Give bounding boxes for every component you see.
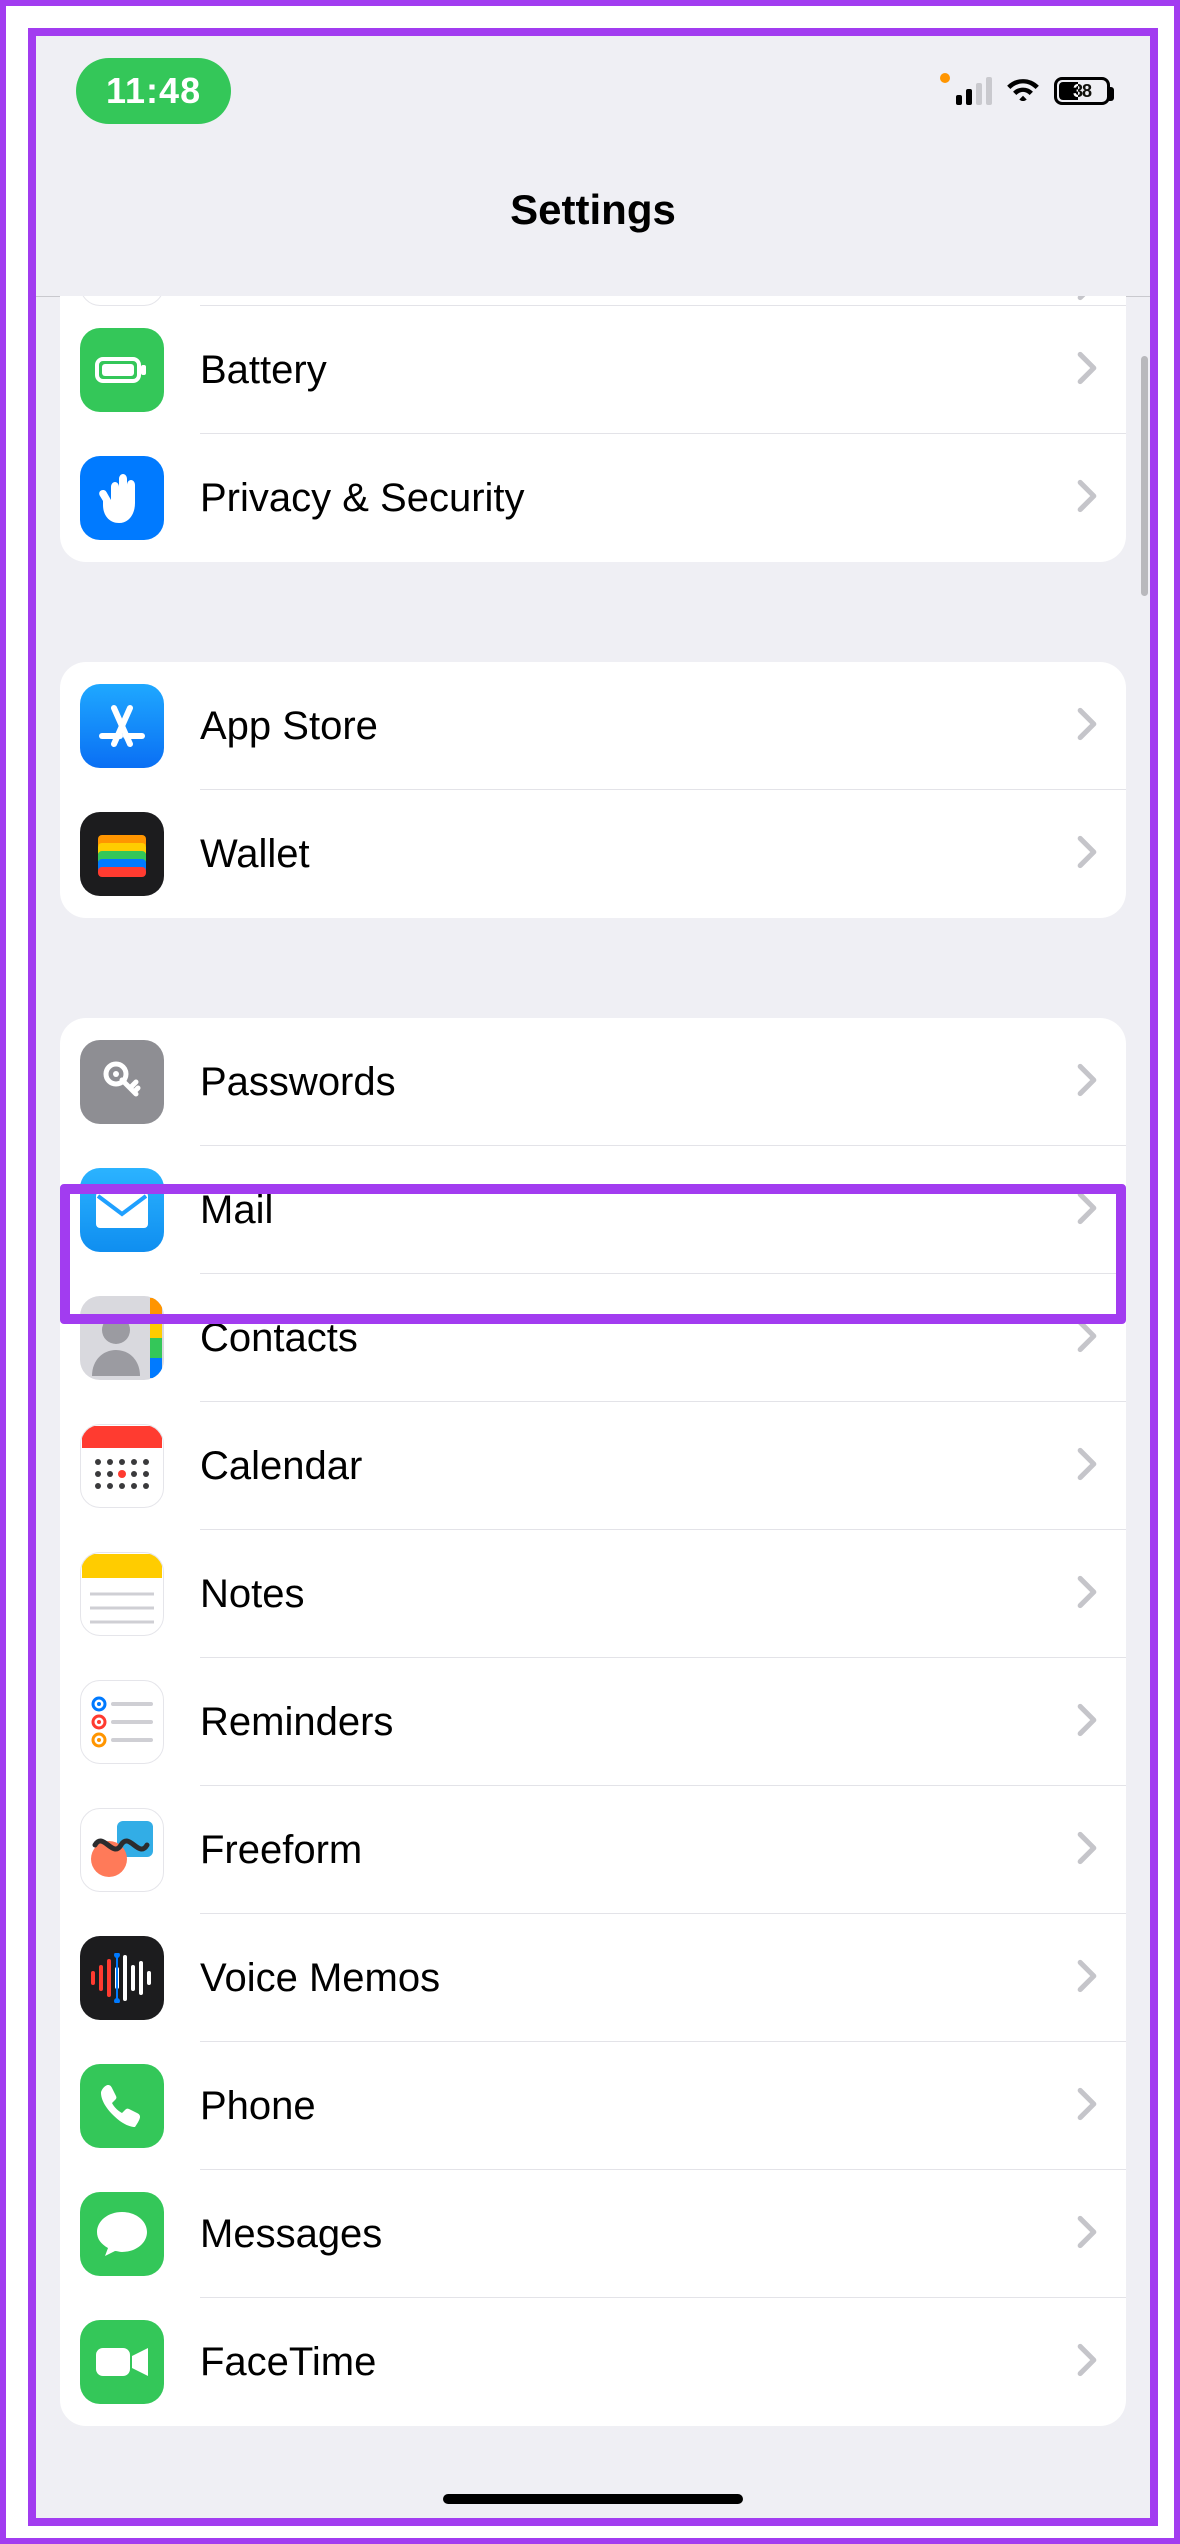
scroll-indicator[interactable] [1141,356,1148,596]
settings-row-passwords[interactable]: Passwords [60,1018,1126,1146]
settings-row-voice-memos[interactable]: Voice Memos [60,1914,1126,2042]
wallet-icon [80,812,164,896]
video-icon [80,2320,164,2404]
row-label: FaceTime [200,2340,1076,2385]
settings-row-mail[interactable]: Mail [60,1146,1126,1274]
chevron-right-icon [1076,1319,1098,1358]
row-label: Messages [200,2212,1076,2257]
row-label: App Store [200,704,1076,749]
chevron-right-icon [1076,1063,1098,1102]
chevron-right-icon [1076,479,1098,518]
row-label: Freeform [200,1828,1076,1873]
settings-row-facetime[interactable]: FaceTime [60,2298,1126,2426]
row-label: Reminders [200,1700,1076,1745]
chevron-right-icon [1076,1575,1098,1614]
row-label: Phone [200,2084,1076,2129]
settings-group-system: Battery Privacy & Security [60,296,1126,562]
settings-row-wallet[interactable]: Wallet [60,790,1126,918]
freeform-icon [80,1808,164,1892]
status-time-pill[interactable]: 11:48 [76,58,231,124]
chevron-right-icon [1076,707,1098,746]
chevron-right-icon [1076,2343,1098,2382]
phone-icon [80,2064,164,2148]
envelope-icon [80,1168,164,1252]
wifi-icon [1006,75,1040,108]
settings-row-reminders[interactable]: Reminders [60,1658,1126,1786]
row-label: Passwords [200,1060,1076,1105]
chevron-right-icon [1076,835,1098,874]
chevron-right-icon [1076,1831,1098,1870]
row-label: Calendar [200,1444,1076,1489]
row-label: Contacts [200,1316,1076,1361]
chevron-right-icon [1076,351,1098,390]
settings-row-notes[interactable]: Notes [60,1530,1126,1658]
notes-icon [80,1552,164,1636]
row-label: Wallet [200,832,1076,877]
contacts-icon [80,1296,164,1380]
row-label: Privacy & Security [200,476,1076,521]
chevron-right-icon [1076,296,1098,306]
row-label: Battery [200,348,1076,393]
settings-row-contacts[interactable]: Contacts [60,1274,1126,1402]
settings-row-app-store[interactable]: App Store [60,662,1126,790]
row-label: Mail [200,1188,1076,1233]
settings-group-store: App Store Wallet [60,662,1126,918]
reminders-icon [80,1680,164,1764]
row-label: Notes [200,1572,1076,1617]
message-bubble-icon [80,2192,164,2276]
battery-icon: 38 [1054,77,1110,105]
settings-group-apps: Passwords Mail Contacts [60,1018,1126,2426]
cellular-signal-icon [956,77,992,105]
key-icon [80,1040,164,1124]
settings-row-phone[interactable]: Phone [60,2042,1126,2170]
chevron-right-icon [1076,1703,1098,1742]
settings-row-unknown[interactable] [60,296,1126,306]
chevron-right-icon [1076,1959,1098,1998]
home-indicator[interactable] [443,2494,743,2504]
unknown-icon [80,296,164,306]
page-title: Settings [36,186,1150,234]
settings-row-freeform[interactable]: Freeform [60,1786,1126,1914]
waveform-icon [80,1936,164,2020]
settings-row-messages[interactable]: Messages [60,2170,1126,2298]
settings-row-privacy-security[interactable]: Privacy & Security [60,434,1126,562]
battery-icon [80,328,164,412]
hand-raised-icon [80,456,164,540]
settings-row-battery[interactable]: Battery [60,306,1126,434]
chevron-right-icon [1076,1191,1098,1230]
settings-list[interactable]: Battery Privacy & Security [36,296,1150,2518]
status-bar: 11:48 38 [36,36,1150,146]
chevron-right-icon [1076,2215,1098,2254]
phone-screen: 11:48 38 Settings [28,28,1158,2526]
chevron-right-icon [1076,1447,1098,1486]
settings-row-calendar[interactable]: Calendar [60,1402,1126,1530]
row-label: Voice Memos [200,1956,1076,2001]
chevron-right-icon [1076,2087,1098,2126]
appstore-icon [80,684,164,768]
calendar-icon [80,1424,164,1508]
mic-indicator-dot [940,73,950,83]
